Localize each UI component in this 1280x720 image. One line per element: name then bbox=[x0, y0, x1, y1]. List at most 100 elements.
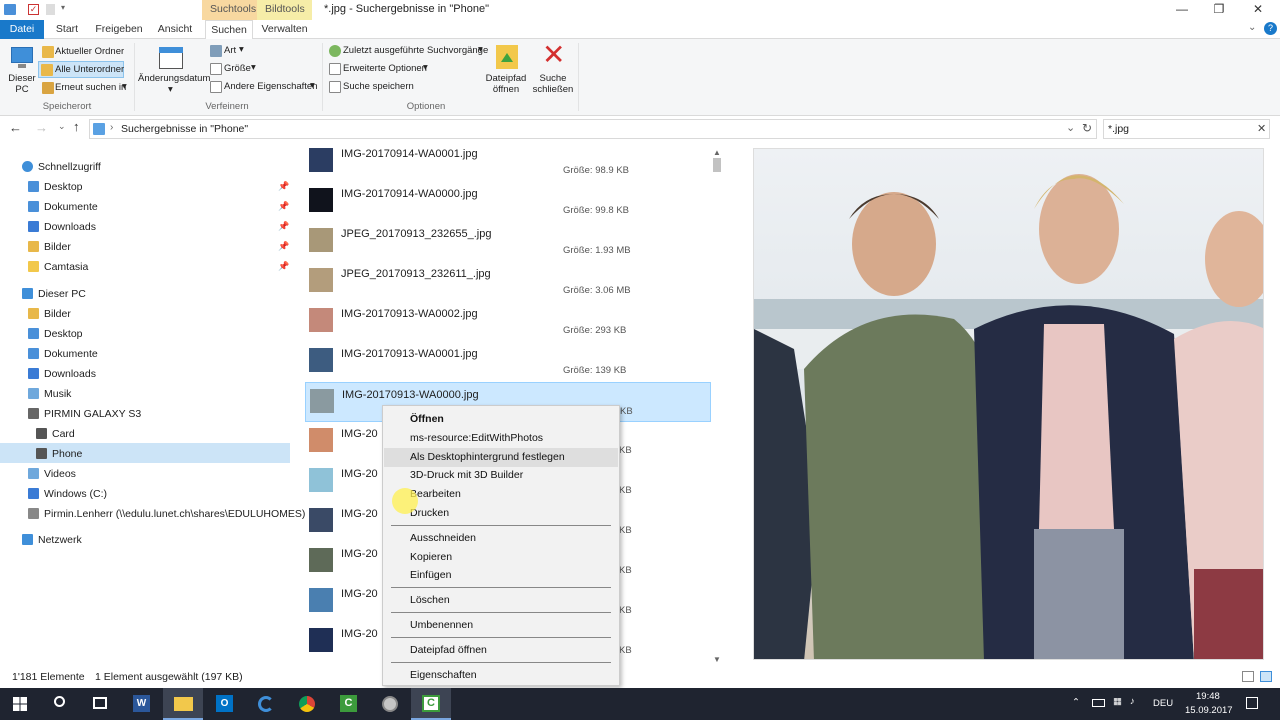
nav-pc-item[interactable]: PIRMIN GALAXY S3 bbox=[28, 404, 141, 424]
erweiterte-optionen-button[interactable]: Erweiterte Optionen ▾ bbox=[328, 61, 438, 77]
nav-pc-item[interactable]: Bilder bbox=[28, 304, 71, 324]
nav-pc-item[interactable]: Windows (C:) bbox=[28, 484, 107, 504]
taskbar-chrome[interactable] bbox=[287, 688, 327, 720]
back-button[interactable]: ← bbox=[9, 120, 22, 135]
menu-item[interactable]: Bearbeiten bbox=[384, 485, 618, 504]
menu-item[interactable]: ms-resource:EditWithPhotos bbox=[384, 429, 618, 448]
taskbar-edge[interactable] bbox=[246, 688, 286, 720]
nav-quick-item[interactable]: Bilder bbox=[28, 237, 71, 257]
nav-pc-item[interactable]: Videos bbox=[28, 464, 76, 484]
scroll-down-icon[interactable]: ▼ bbox=[713, 655, 721, 664]
nav-pc-item[interactable]: Downloads bbox=[28, 364, 96, 384]
menu-item[interactable]: 3D-Druck mit 3D Builder bbox=[384, 466, 618, 485]
refresh-icon[interactable]: ↻ bbox=[1082, 121, 1092, 135]
nav-netzwerk[interactable]: Netzwerk bbox=[22, 530, 82, 550]
taskbar-app-lens[interactable] bbox=[370, 688, 410, 720]
alle-unterordner-button[interactable]: Alle Unterordner bbox=[38, 61, 124, 78]
menu-item[interactable]: Umbenennen bbox=[384, 616, 618, 635]
forward-button[interactable]: → bbox=[35, 120, 48, 135]
menu-item[interactable]: Kopieren bbox=[384, 548, 618, 567]
taskbar-word[interactable]: W bbox=[121, 688, 161, 720]
file-item[interactable]: JPEG_20170913_232611_.jpg Größe: 3.06 MB bbox=[305, 262, 711, 302]
nav-pc-item[interactable]: Musik bbox=[28, 384, 71, 404]
tab-suchen[interactable]: Suchen bbox=[205, 20, 253, 40]
nav-quick-item[interactable]: Desktop bbox=[28, 177, 83, 197]
taskbar-explorer[interactable] bbox=[163, 688, 203, 720]
quick-access-newfolder-icon[interactable] bbox=[46, 4, 55, 15]
taskbar-search-button[interactable] bbox=[40, 688, 80, 720]
details-view-icon[interactable] bbox=[1242, 671, 1254, 682]
menu-item[interactable]: Drucken bbox=[384, 504, 618, 523]
dieser-pc-button[interactable]: Dieser PC bbox=[4, 43, 38, 99]
aenderungsdatum-button[interactable]: Änderungsdatum ▾ bbox=[137, 43, 210, 99]
help-icon[interactable]: ? bbox=[1264, 22, 1277, 35]
file-item[interactable]: IMG-20170913-WA0002.jpg Größe: 293 KB bbox=[305, 302, 711, 342]
file-item[interactable]: IMG-20170914-WA0000.jpg Größe: 99.8 KB bbox=[305, 182, 711, 222]
minimize-button[interactable]: — bbox=[1162, 0, 1202, 20]
quick-access-dropdown-icon[interactable]: ▾ bbox=[61, 3, 65, 12]
pin-icon[interactable]: 📌 bbox=[278, 221, 289, 232]
taskbar-outlook[interactable]: O bbox=[204, 688, 244, 720]
tab-freigeben[interactable]: Freigeben bbox=[90, 20, 148, 39]
suche-speichern-button[interactable]: Suche speichern bbox=[328, 79, 418, 95]
menu-item[interactable]: Öffnen bbox=[384, 410, 618, 429]
menu-item[interactable]: Löschen bbox=[384, 591, 618, 610]
zuletzt-ausgefuehrte-button[interactable]: Zuletzt ausgeführte Suchvorgänge ▾ bbox=[328, 43, 488, 59]
art-button[interactable]: Art ▾ bbox=[209, 43, 249, 59]
search-field[interactable]: *.jpg ✕ bbox=[1103, 119, 1270, 139]
nav-quick-item[interactable]: Dokumente bbox=[28, 197, 98, 217]
volume-icon[interactable]: ♪ bbox=[1130, 696, 1135, 707]
ribbon-collapse-icon[interactable]: ⌄ bbox=[1248, 22, 1256, 33]
action-center-icon[interactable] bbox=[1246, 697, 1258, 709]
battery-icon[interactable] bbox=[1092, 699, 1105, 707]
nav-quick-item[interactable]: Camtasia bbox=[28, 257, 88, 277]
nav-pc-item[interactable]: Card bbox=[36, 424, 75, 444]
menu-item[interactable]: Dateipfad öffnen bbox=[384, 641, 618, 660]
file-list-scrollbar[interactable]: ▲ ▼ bbox=[711, 148, 723, 668]
clock-time[interactable]: 19:48 bbox=[1196, 691, 1220, 702]
tray-overflow-icon[interactable]: ⌃ bbox=[1072, 697, 1080, 708]
menu-item[interactable]: Einfügen bbox=[384, 566, 618, 585]
quick-access-properties-icon[interactable]: ✓ bbox=[28, 4, 39, 15]
pin-icon[interactable]: 📌 bbox=[278, 261, 289, 272]
aktueller-ordner-button[interactable]: Aktueller Ordner bbox=[40, 44, 124, 60]
nav-schnellzugriff[interactable]: Schnellzugriff bbox=[22, 157, 101, 177]
task-view-button[interactable] bbox=[80, 688, 120, 720]
address-dropdown-icon[interactable]: ⌄ bbox=[1066, 121, 1075, 134]
nav-pc-item[interactable]: Desktop bbox=[28, 324, 83, 344]
start-button[interactable] bbox=[0, 688, 40, 720]
pin-icon[interactable]: 📌 bbox=[278, 181, 289, 192]
scroll-up-icon[interactable]: ▲ bbox=[713, 148, 721, 157]
nav-dieser-pc[interactable]: Dieser PC bbox=[22, 284, 86, 304]
file-item[interactable]: JPEG_20170913_232655_.jpg Größe: 1.93 MB bbox=[305, 222, 711, 262]
close-button[interactable]: ✕ bbox=[1238, 0, 1278, 20]
recent-locations-icon[interactable]: ⌄ bbox=[58, 121, 66, 132]
clock-date[interactable]: 15.09.2017 bbox=[1185, 705, 1233, 716]
language-indicator[interactable]: DEU bbox=[1153, 698, 1173, 709]
menu-item[interactable]: Eigenschaften bbox=[384, 666, 618, 685]
nav-pc-item[interactable]: Dokumente bbox=[28, 344, 98, 364]
file-item[interactable]: IMG-20170913-WA0001.jpg Größe: 139 KB bbox=[305, 342, 711, 382]
tab-start[interactable]: Start bbox=[48, 20, 86, 39]
groesse-button[interactable]: Größe ▾ bbox=[209, 61, 259, 77]
erneut-suchen-button[interactable]: Erneut suchen in ▾ bbox=[40, 80, 130, 96]
tab-ansicht[interactable]: Ansicht bbox=[152, 20, 198, 39]
taskbar-camtasia[interactable]: C bbox=[328, 688, 368, 720]
pin-icon[interactable]: 📌 bbox=[278, 201, 289, 212]
large-icons-view-icon[interactable] bbox=[1260, 671, 1272, 682]
taskbar-camtasia-recorder[interactable]: C bbox=[411, 688, 451, 720]
tab-datei[interactable]: Datei bbox=[0, 20, 44, 39]
scroll-thumb[interactable] bbox=[713, 158, 721, 172]
andere-eigenschaften-button[interactable]: Andere Eigenschaften ▾ bbox=[209, 79, 319, 95]
pin-icon[interactable]: 📌 bbox=[278, 241, 289, 252]
tab-verwalten[interactable]: Verwalten bbox=[257, 20, 312, 39]
file-item[interactable]: IMG-20170914-WA0001.jpg Größe: 98.9 KB bbox=[305, 148, 711, 182]
nav-quick-item[interactable]: Downloads bbox=[28, 217, 96, 237]
search-input[interactable]: *.jpg bbox=[1108, 123, 1129, 135]
network-tray-icon[interactable]: ▦ bbox=[1113, 696, 1122, 707]
clear-search-icon[interactable]: ✕ bbox=[1257, 122, 1266, 135]
nav-pc-item[interactable]: Phone bbox=[36, 444, 82, 464]
nav-pc-item[interactable]: Pirmin.Lenherr (\\edulu.lunet.ch\shares\… bbox=[28, 504, 312, 524]
up-button[interactable]: ↑ bbox=[73, 119, 80, 134]
maximize-button[interactable]: ❐ bbox=[1199, 0, 1239, 20]
